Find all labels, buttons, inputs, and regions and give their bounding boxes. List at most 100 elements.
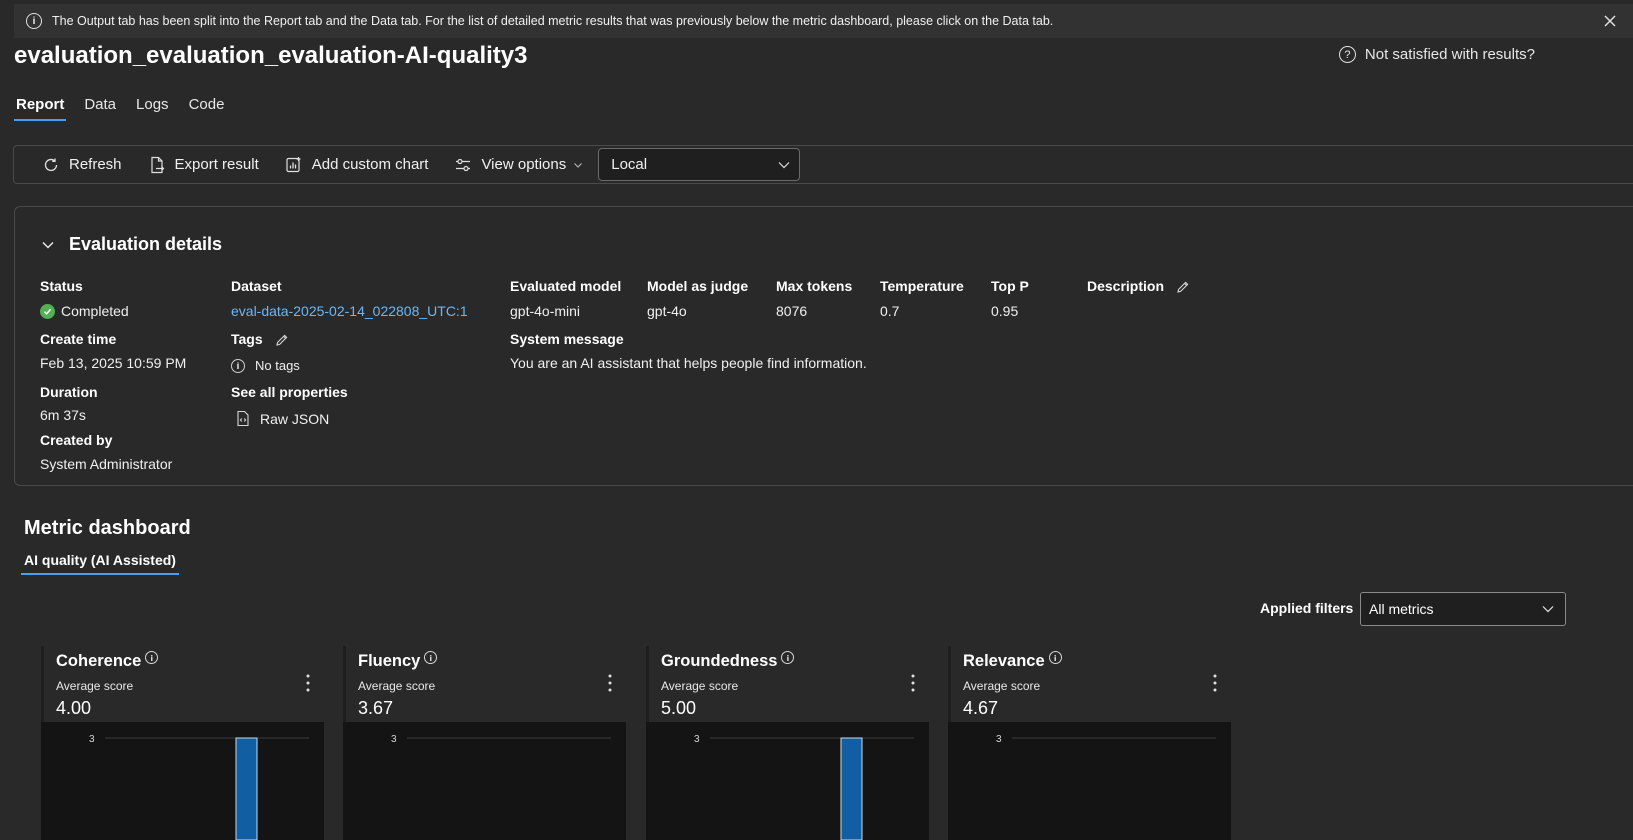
dataset-link[interactable]: eval-data-2025-02-14_022808_UTC:1: [231, 303, 468, 319]
info-icon[interactable]: i: [1048, 651, 1062, 664]
metric-card-score: 3.67: [358, 698, 394, 718]
y-tick-label: 3: [391, 734, 397, 745]
metrics-filter-select[interactable]: All metrics: [1360, 592, 1566, 626]
evaluation-details-toggle[interactable]: Evaluation details: [41, 234, 222, 255]
evaluated-model-label: Evaluated model: [510, 278, 622, 294]
add-chart-label: Add custom chart: [311, 156, 429, 173]
description-label: Description: [1087, 278, 1165, 294]
refresh-button[interactable]: Refresh: [42, 156, 122, 174]
metric-card-coherence: Coherence i Average score 4.00 3: [41, 646, 324, 840]
metric-chart: 3: [41, 722, 324, 840]
more-options-icon[interactable]: [909, 672, 917, 694]
code-file-icon: [237, 410, 249, 427]
metric-card-subtitle: Average score: [358, 679, 436, 693]
metric-chart: 3: [646, 722, 929, 840]
page-title: evaluation_evaluation_evaluation-AI-qual…: [14, 42, 528, 69]
temperature-label: Temperature: [880, 278, 964, 294]
create-time-label: Create time: [40, 331, 117, 347]
top-p-value: 0.95: [991, 303, 1019, 319]
duration-label: Duration: [40, 384, 98, 400]
metric-card-subtitle: Average score: [963, 679, 1041, 693]
edit-tags-icon[interactable]: [275, 333, 289, 347]
metric-dashboard-title: Metric dashboard: [24, 517, 191, 539]
raw-json-label: Raw JSON: [260, 410, 330, 427]
evaluation-details-panel: Evaluation details Status Completed Crea…: [14, 206, 1633, 486]
chart-bar: [840, 737, 863, 840]
evaluation-details-title: Evaluation details: [69, 234, 223, 254]
system-message-label: System message: [510, 331, 624, 347]
duration-value: 6m 37s: [40, 407, 86, 423]
metric-card-title: Fluency: [358, 652, 421, 670]
more-options-icon[interactable]: [606, 672, 614, 694]
refresh-label: Refresh: [69, 156, 122, 173]
description-header: Description: [1087, 278, 1190, 294]
tab-data[interactable]: Data: [82, 96, 118, 121]
sliders-icon: [456, 158, 471, 171]
y-tick-label: 3: [996, 734, 1002, 745]
chevron-down-icon: [1542, 606, 1554, 613]
refresh-icon: [44, 158, 58, 171]
created-by-value: System Administrator: [40, 456, 173, 472]
create-time-value: Feb 13, 2025 10:59 PM: [40, 355, 187, 371]
metric-card-title: Coherence: [56, 652, 142, 670]
metric-card-groundedness: Groundedness i Average score 5.00 3: [646, 646, 929, 840]
close-icon[interactable]: [1601, 12, 1619, 30]
view-options-button[interactable]: View options: [454, 156, 584, 174]
help-icon: ?: [1338, 46, 1356, 63]
not-satisfied-label: Not satisfied with results?: [1364, 46, 1535, 63]
info-icon[interactable]: i: [145, 651, 159, 664]
metric-card-score: 4.67: [963, 698, 999, 718]
info-icon[interactable]: i: [424, 651, 438, 664]
view-options-label: View options: [481, 156, 567, 173]
tab-report[interactable]: Report: [14, 96, 67, 121]
tab-code[interactable]: Code: [187, 96, 227, 121]
location-select[interactable]: Local: [598, 148, 801, 181]
location-select-value: Local: [611, 156, 648, 173]
info-icon[interactable]: i: [781, 651, 795, 664]
not-satisfied-link[interactable]: ? Not satisfied with results?: [1338, 46, 1535, 63]
created-by-label: Created by: [40, 432, 113, 448]
more-options-icon[interactable]: [1211, 672, 1219, 694]
info-icon: i: [231, 358, 245, 373]
max-tokens-value: 8076: [776, 303, 808, 319]
more-options-icon[interactable]: [304, 672, 312, 694]
check-circle-icon: [40, 303, 55, 319]
metric-chart: 3: [948, 722, 1231, 840]
model-as-judge-label: Model as judge: [647, 278, 749, 294]
metric-card-relevance: Relevance i Average score 4.67 3: [948, 646, 1231, 840]
metric-chart: 3: [343, 722, 626, 840]
add-custom-chart-button[interactable]: Add custom chart: [285, 156, 429, 174]
no-tags: i No tags: [231, 358, 300, 373]
metric-card-title: Relevance: [963, 652, 1045, 670]
tab-logs[interactable]: Logs: [134, 96, 171, 121]
page-tabs: Report Data Logs Code: [14, 96, 226, 121]
info-icon: i: [26, 13, 42, 29]
metric-card-score: 4.00: [56, 698, 92, 718]
applied-filters-label: Applied filters: [1260, 600, 1354, 616]
export-label: Export result: [174, 156, 259, 173]
system-message-value: You are an AI assistant that helps peopl…: [510, 355, 867, 371]
tags-header: Tags: [231, 331, 289, 347]
see-all-properties-label: See all properties: [231, 384, 348, 400]
chevron-down-icon: [778, 161, 790, 168]
metric-card-fluency: Fluency i Average score 3.67 3: [343, 646, 626, 840]
metrics-filter-value: All metrics: [1369, 601, 1434, 617]
model-as-judge-value: gpt-4o: [647, 303, 687, 319]
chart-add-icon: [286, 156, 301, 172]
banner-message: The Output tab has been split into the R…: [52, 14, 1054, 28]
metric-card-subtitle: Average score: [56, 679, 134, 693]
edit-description-icon[interactable]: [1176, 280, 1190, 294]
metric-card-title: Groundedness: [661, 652, 778, 670]
export-icon: [150, 156, 164, 173]
status-label: Status: [40, 278, 83, 294]
export-result-button[interactable]: Export result: [148, 156, 259, 174]
info-banner: i The Output tab has been split into the…: [14, 4, 1633, 38]
y-tick-label: 3: [694, 734, 700, 745]
toolbar: Refresh Export result Add custom chart V…: [13, 145, 1633, 184]
top-p-label: Top P: [991, 278, 1029, 294]
chevron-down-icon: [574, 162, 583, 168]
raw-json-button[interactable]: Raw JSON: [235, 410, 329, 427]
tab-ai-quality[interactable]: AI quality (AI Assisted): [21, 552, 179, 575]
temperature-value: 0.7: [880, 303, 900, 319]
metric-card-subtitle: Average score: [661, 679, 739, 693]
